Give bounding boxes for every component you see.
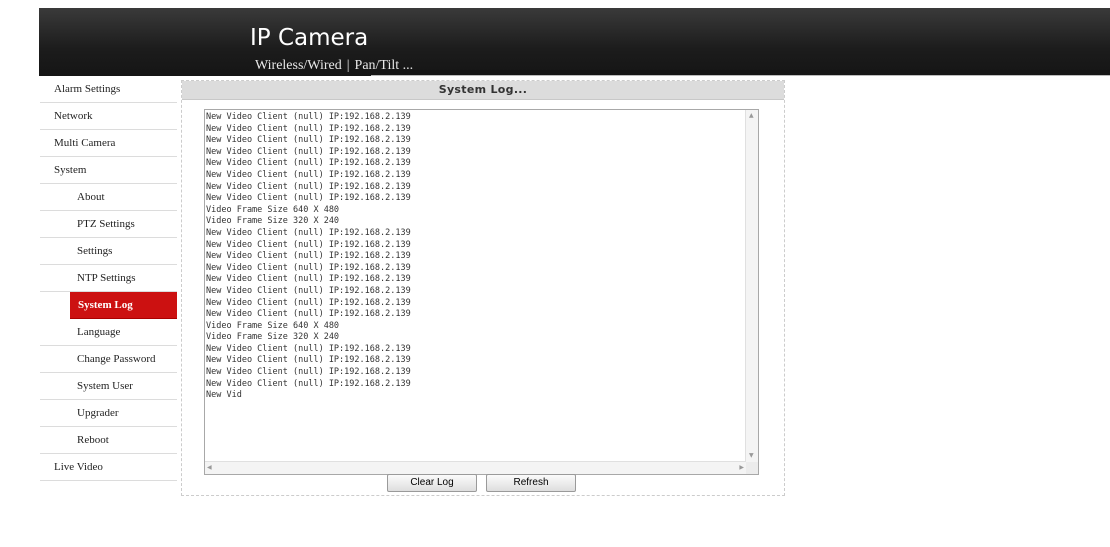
nav-separator: |	[346, 58, 350, 73]
sidebar-item-system[interactable]: System	[40, 157, 177, 184]
log-textarea[interactable]: New Video Client (null) IP:192.168.2.139…	[204, 109, 759, 475]
scrollbar-corner	[746, 462, 758, 474]
sidebar-item-language[interactable]: Language	[40, 319, 177, 346]
clear-log-button[interactable]: Clear Log	[387, 474, 477, 492]
header-nav: Wireless/Wired | Pan/Tilt ...	[255, 58, 413, 74]
scroll-left-icon[interactable]: ◀	[207, 464, 212, 472]
scroll-up-icon[interactable]: ▲	[749, 112, 754, 120]
panel-title: System Log...	[182, 81, 784, 100]
nav-pan-tilt[interactable]: Pan/Tilt ...	[355, 58, 414, 73]
sidebar-item-ntp-settings[interactable]: NTP Settings	[40, 265, 177, 292]
system-log-panel: System Log... New Video Client (null) IP…	[181, 80, 785, 496]
scroll-right-icon[interactable]: ▶	[739, 464, 744, 472]
sidebar-item-upgrader[interactable]: Upgrader	[40, 400, 177, 427]
sidebar-item-system-log[interactable]: System Log	[70, 292, 177, 319]
sidebar-item-multi-camera[interactable]: Multi Camera	[40, 130, 177, 157]
sidebar-item-settings[interactable]: Settings	[40, 238, 177, 265]
vertical-scrollbar[interactable]: ▲ ▼	[745, 110, 758, 462]
sidebar-item-change-password[interactable]: Change Password	[40, 346, 177, 373]
sidebar-menu: Alarm Settings Network Multi Camera Syst…	[40, 76, 177, 481]
horizontal-scrollbar[interactable]: ◀ ▶	[205, 461, 746, 474]
header-bar: IP Camera Wireless/Wired | Pan/Tilt ...	[39, 8, 1110, 76]
sidebar-item-ptz-settings[interactable]: PTZ Settings	[40, 211, 177, 238]
sidebar-item-reboot[interactable]: Reboot	[40, 427, 177, 454]
header-divider	[371, 75, 1110, 76]
sidebar-item-system-user[interactable]: System User	[40, 373, 177, 400]
sidebar-item-alarm-settings[interactable]: Alarm Settings	[40, 76, 177, 103]
app-title: IP Camera	[250, 25, 369, 51]
sidebar-item-live-video[interactable]: Live Video	[40, 454, 177, 481]
refresh-button[interactable]: Refresh	[486, 474, 576, 492]
nav-wireless-wired[interactable]: Wireless/Wired	[255, 58, 342, 73]
sidebar-item-about[interactable]: About	[40, 184, 177, 211]
log-content: New Video Client (null) IP:192.168.2.139…	[206, 112, 411, 401]
sidebar-item-network[interactable]: Network	[40, 103, 177, 130]
scroll-down-icon[interactable]: ▼	[749, 452, 754, 460]
